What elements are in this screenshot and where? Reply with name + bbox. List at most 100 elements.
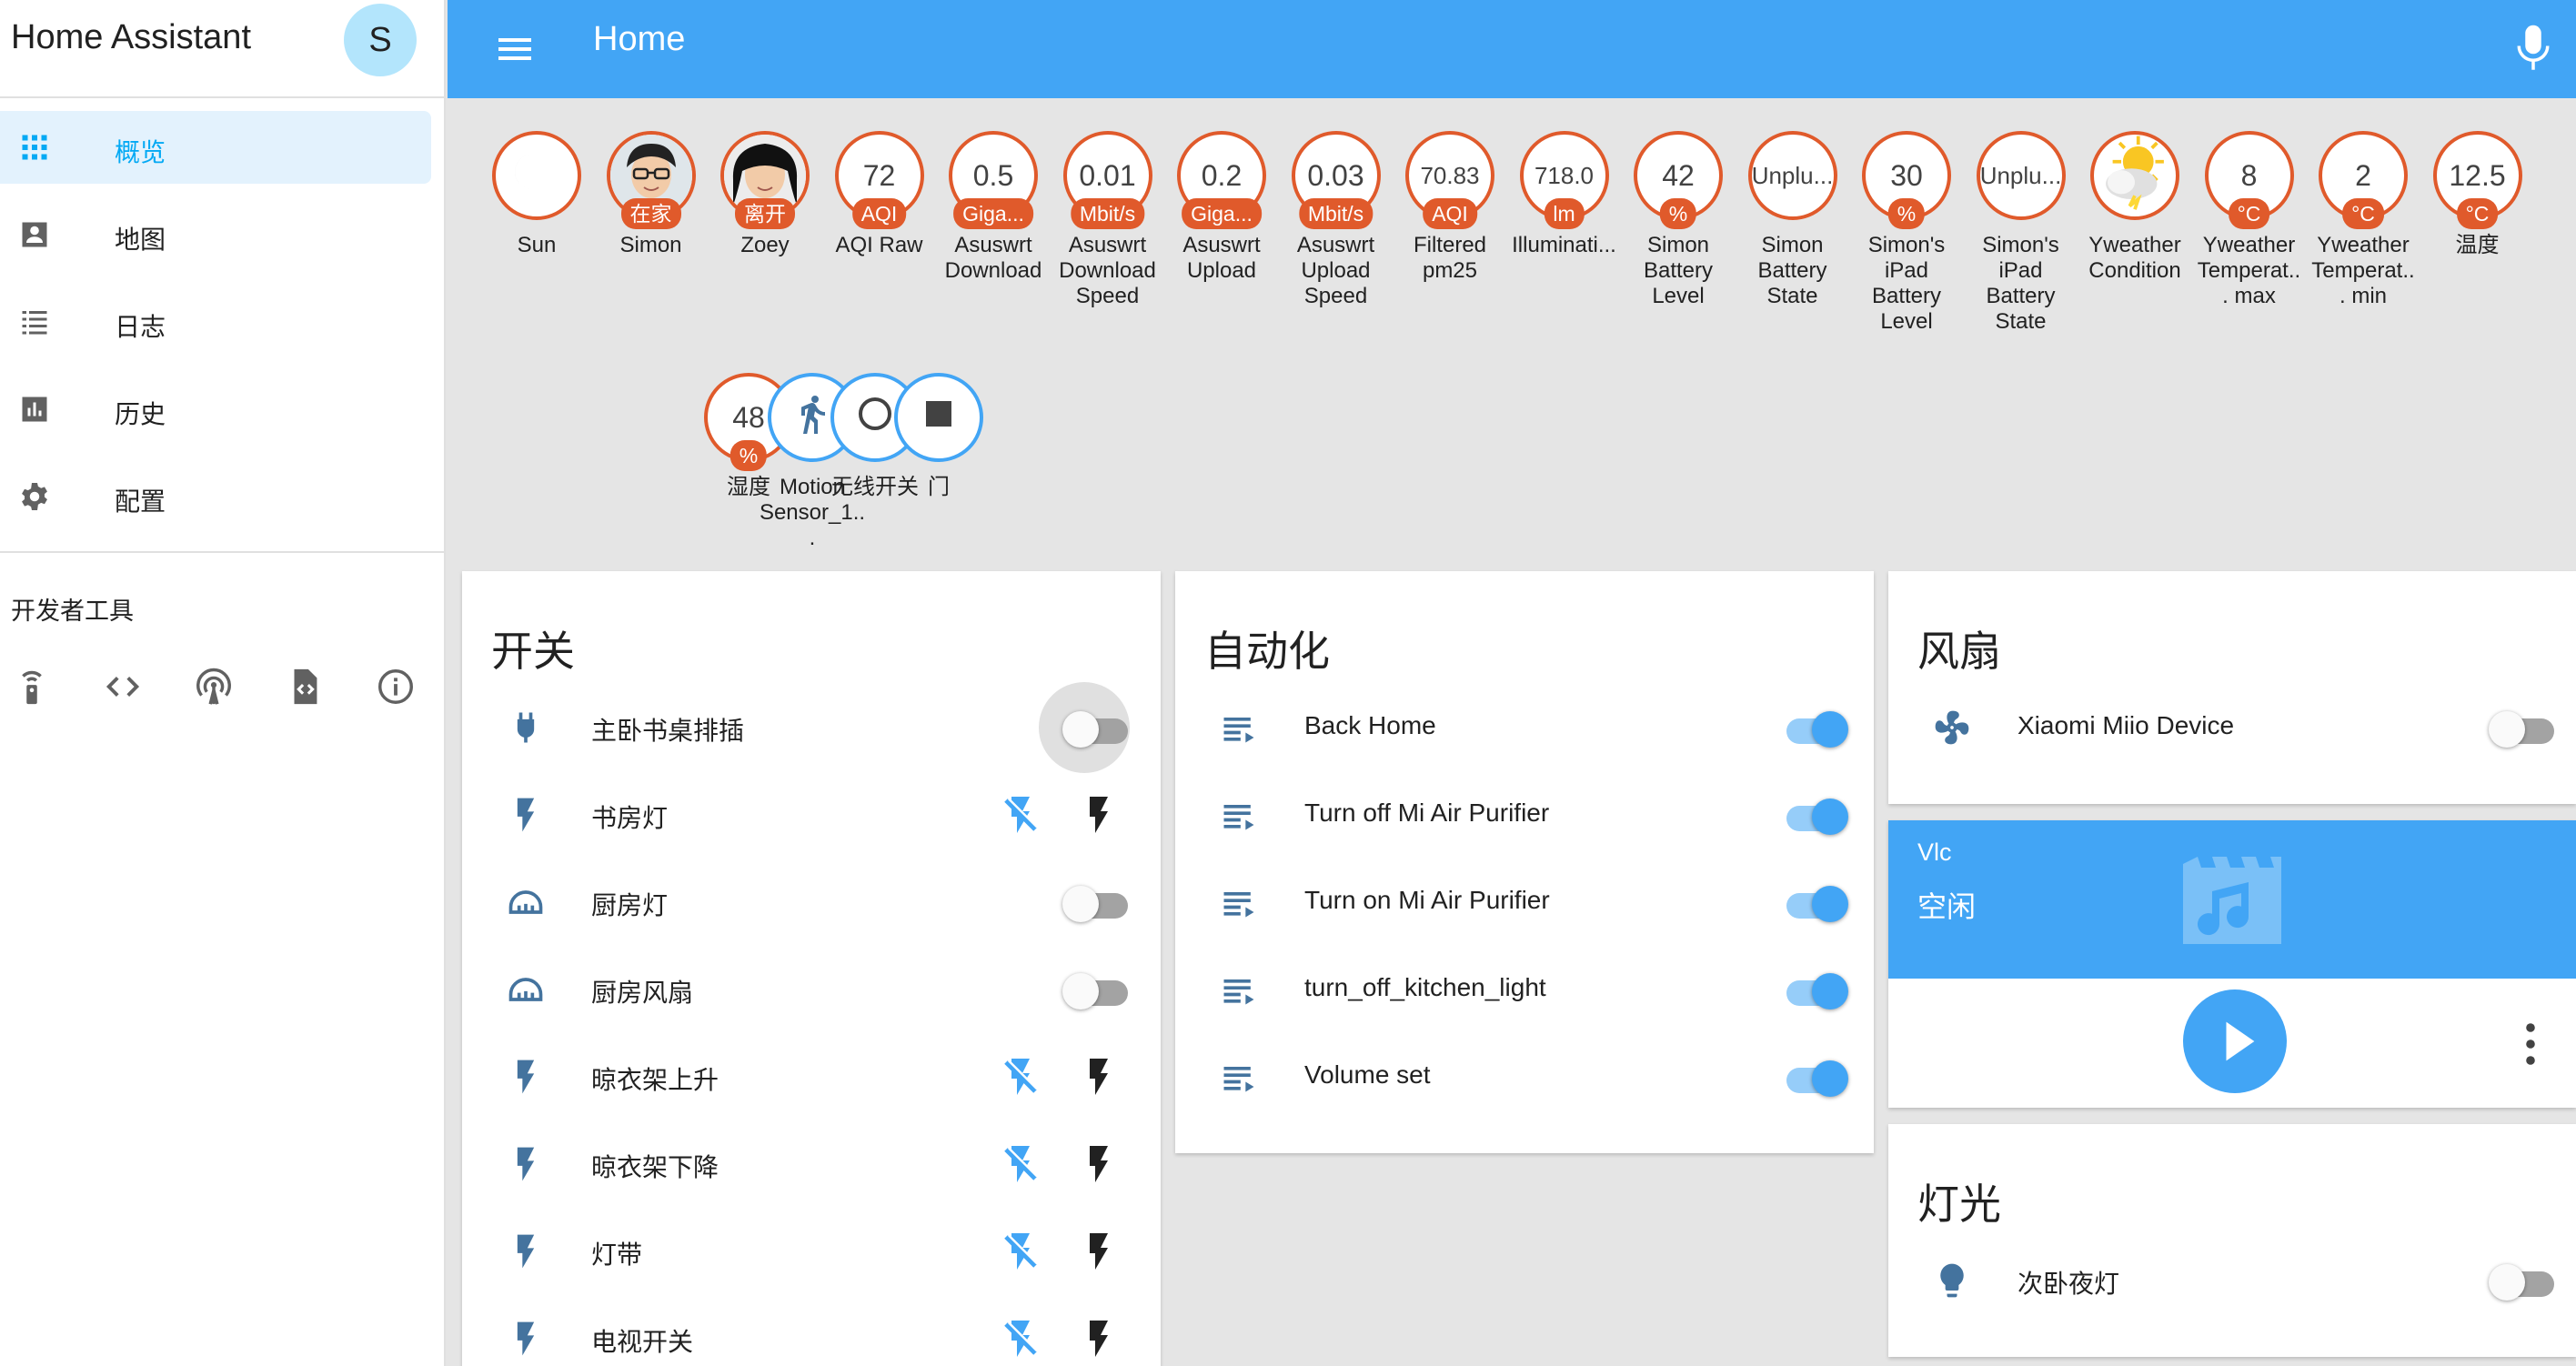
badge[interactable]: Unplu... Simon Battery State [1738,131,1847,309]
entity-row: 厨房灯 [462,859,1161,946]
square-icon [917,392,961,443]
flash-off-icon[interactable] [999,793,1042,837]
toggle-switch[interactable] [1779,973,1848,1009]
more-vert-icon[interactable] [2525,1022,2536,1066]
badge-value: 0.2 [1201,158,1243,192]
entity-name[interactable]: 主卧书桌排插 [591,711,744,748]
entity-name[interactable]: 晾衣架上升 [591,1060,719,1097]
toggle-switch[interactable] [1062,886,1128,922]
badge[interactable]: 0.2 Giga... Asuswrt Upload [1167,131,1276,284]
entity-name[interactable]: 次卧夜灯 [2018,1264,2119,1301]
badge[interactable]: 2 °C Yweather Temperat... min [2309,131,2418,309]
badge-circle: 718.0 lm [1519,131,1609,229]
badge-unit: AQI [851,198,907,229]
badge-circle: 30% [1862,131,1951,229]
badge-value: Unplu... [1751,161,1834,189]
badge-name: Simon's iPad Battery State [1982,233,2059,334]
toggle-switch[interactable] [2489,1264,2554,1301]
remote-icon[interactable] [11,666,53,708]
flash-icon[interactable] [1077,1142,1121,1186]
badge-value: 0.01 [1079,158,1136,192]
entity-name[interactable]: Turn on Mi Air Purifier [1304,886,1550,915]
badge-circle: 2 °C [2319,131,2408,229]
badge[interactable]: 门 [884,373,993,500]
flash-off-icon[interactable] [999,1142,1042,1186]
badge[interactable]: 离开 Zoey [710,131,820,258]
radio-tower-icon[interactable] [193,666,235,708]
menu-icon[interactable] [493,27,537,71]
info-icon[interactable] [375,666,417,708]
entity-row: 电视开关 [462,1295,1161,1366]
badge[interactable]: 42% Simon Battery Level [1624,131,1733,309]
badge[interactable]: 0.5 Giga... Asuswrt Download [939,131,1048,284]
sidebar-item-config[interactable]: 配置 [0,460,431,533]
toggle-switch[interactable] [1779,711,1848,748]
badge[interactable]: Sun [482,131,591,258]
badge[interactable]: 0.03 Mbit/s Asuswrt Upload Speed [1282,131,1391,309]
sidebar-item-label: 地图 [115,226,166,254]
entity-name[interactable]: 厨房灯 [591,886,668,922]
badge[interactable]: Yweather Condition [2080,131,2189,284]
file-code-icon[interactable] [284,666,326,708]
entity-name[interactable]: 厨房风扇 [591,973,693,1009]
flash-icon[interactable] [1077,1317,1121,1361]
toggle-switch[interactable] [2489,711,2554,748]
badge-name: Asuswrt Upload Speed [1296,233,1375,308]
badge-circle: 70.83 AQI [1405,131,1494,229]
sidebar-item-label: 配置 [115,487,166,516]
entity-name[interactable]: 晾衣架下降 [591,1148,719,1184]
app-title: Home Assistant [11,18,251,56]
flash-icon[interactable] [1077,1230,1121,1273]
flash-off-icon[interactable] [999,1317,1042,1361]
entity-name[interactable]: 电视开关 [591,1322,693,1359]
toggle-switch[interactable] [1062,973,1128,1009]
badge[interactable]: Unplu... Simon's iPad Battery State [1967,131,2076,335]
flash-icon [506,1057,546,1097]
badge[interactable]: 718.0 lm Illuminati... [1510,131,1619,258]
badge-circle: 0.5 Giga... [949,131,1038,229]
flash-icon[interactable] [1077,793,1121,837]
toggle-switch[interactable] [1779,1060,1848,1097]
badge-value: 0.5 [972,158,1014,192]
app-toolbar: Home [448,0,2576,98]
entity-name[interactable]: Volume set [1304,1060,1431,1090]
sidebar-item-logbook[interactable]: 日志 [0,286,431,358]
flash-icon[interactable] [1077,1055,1121,1099]
flash-off-icon[interactable] [999,1230,1042,1273]
automation-card: 自动化 Back Home Turn off Mi Air Purifier Tur… [1175,571,1874,1153]
badge[interactable]: 0.01 Mbit/s Asuswrt Download Speed [1053,131,1162,309]
badge-value: 72 [862,158,896,192]
toggle-switch[interactable] [1062,711,1128,748]
badge[interactable]: 在家 Simon [597,131,706,258]
badge-value: 70.83 [1420,161,1480,189]
entity-name[interactable]: turn_off_kitchen_light [1304,973,1546,1002]
code-icon[interactable] [102,666,144,708]
badge-unit: AQI [1423,198,1477,229]
media-player-name: Vlc [1917,839,1952,866]
entity-name[interactable]: Back Home [1304,711,1436,740]
badge-unit: Giga... [953,198,1033,229]
badge[interactable]: 8 °C Yweather Temperat... max [2195,131,2304,309]
badge-value: 8 [2240,158,2258,192]
badge-unit: °C [2456,198,2499,229]
script-icon [1219,1057,1259,1097]
entity-name[interactable]: 书房灯 [591,799,668,835]
sidebar-item-map[interactable]: 地图 [0,198,431,271]
badge[interactable]: 70.83 AQI Filtered pm25 [1395,131,1504,284]
badge-unit: Mbit/s [1298,198,1374,229]
avatar[interactable]: S [344,4,417,76]
badge[interactable]: 72 AQI AQI Raw [825,131,934,258]
toggle-knob [1062,711,1099,748]
entity-name[interactable]: Turn off Mi Air Purifier [1304,799,1549,828]
sidebar-item-overview[interactable]: 概览 [0,111,431,184]
flash-off-icon[interactable] [999,1055,1042,1099]
toggle-switch[interactable] [1779,886,1848,922]
entity-name[interactable]: 灯带 [591,1235,642,1271]
play-button[interactable] [2183,989,2287,1093]
toggle-switch[interactable] [1779,799,1848,835]
badge[interactable]: 30% Simon's iPad Battery Level [1852,131,1961,335]
microphone-icon[interactable] [2514,22,2552,76]
sidebar-item-history[interactable]: 历史 [0,373,431,446]
entity-name[interactable]: Xiaomi Miio Device [2018,711,2234,740]
badge[interactable]: 12.5 °C 温度 [2423,131,2532,258]
